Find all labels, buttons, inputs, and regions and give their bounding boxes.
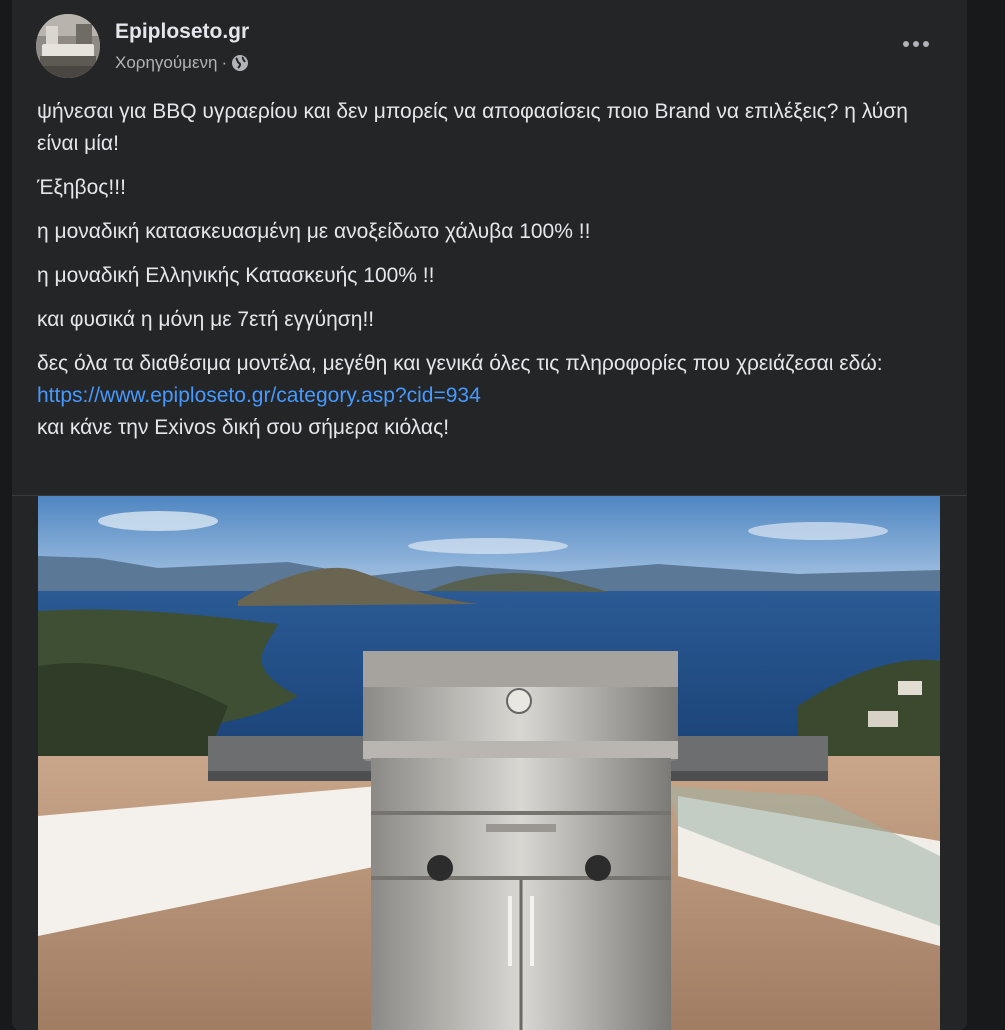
more-options-icon — [903, 41, 909, 47]
post-text: ψήνεσαι για BBQ υγραερίου και δεν μπορεί… — [37, 96, 937, 444]
post-line-brand: Έξηβος!!! — [37, 176, 126, 199]
page-avatar[interactable] — [36, 14, 100, 78]
post-line-intro: ψήνεσαι για BBQ υγραερίου και δεν μπορεί… — [37, 100, 908, 155]
more-options-dot — [913, 41, 919, 47]
post-meta: Χορηγούμενη · — [115, 53, 249, 73]
post-line-models: δες όλα τα διαθέσιμα μοντέλα, μεγέθη και… — [37, 352, 883, 375]
post-line-greek: η μοναδική Ελληνικής Κατασκευής 100% !! — [37, 264, 435, 287]
post-line-models-block: δες όλα τα διαθέσιμα μοντέλα, μεγέθη και… — [37, 348, 937, 444]
globe-icon[interactable] — [231, 54, 249, 72]
post-line-steel: η μοναδική κατασκευασμένη με ανοξείδωτο … — [37, 220, 591, 243]
post-card: Epiploseto.gr Χορηγούμενη · ψήνεσαι για … — [12, 0, 967, 1030]
meta-separator: · — [221, 53, 228, 72]
post-link[interactable]: https://www.epiploseto.gr/category.asp?c… — [37, 384, 481, 407]
page-name[interactable]: Epiploseto.gr — [115, 20, 249, 44]
post-line-cta: και κάνε την Exivos δική σου σήμερα κιόλ… — [37, 416, 450, 439]
more-options-button[interactable] — [898, 26, 934, 62]
sponsored-label[interactable]: Χορηγούμενη — [115, 53, 218, 73]
post-photo[interactable] — [38, 496, 940, 1030]
post-header: Epiploseto.gr Χορηγούμενη · — [36, 14, 956, 80]
more-options-dot — [923, 41, 929, 47]
post-line-warranty: και φυσικά η μόνη με 7ετή εγγύηση!! — [37, 308, 375, 331]
